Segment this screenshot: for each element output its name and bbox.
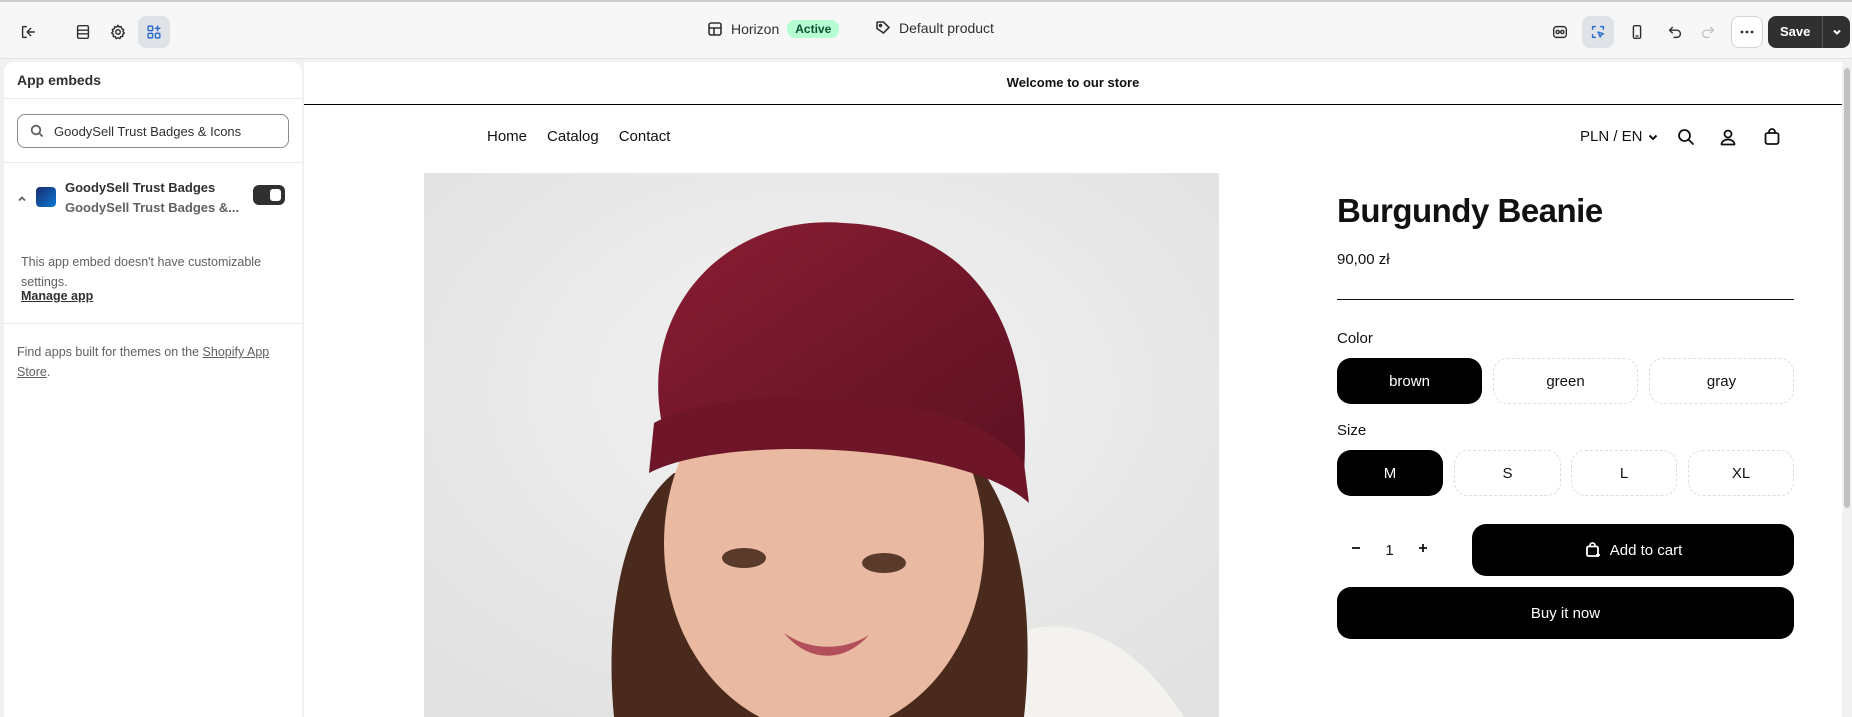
embed-name: GoodySell Trust Badges — [65, 180, 216, 195]
size-option-l[interactable]: L — [1571, 450, 1677, 496]
save-menu-button[interactable] — [1822, 16, 1851, 48]
theme-name: Horizon — [731, 21, 780, 37]
cursor-select-icon — [1591, 25, 1605, 39]
undo-icon — [1668, 26, 1682, 39]
find-apps-suffix: . — [46, 365, 51, 379]
layout-icon — [708, 22, 722, 36]
divider — [4, 323, 302, 324]
search-icon — [1678, 129, 1694, 145]
nav-catalog[interactable]: Catalog — [547, 128, 599, 145]
save-group: Save — [1768, 16, 1851, 48]
size-option-s[interactable]: S — [1454, 450, 1561, 496]
embed-enable-toggle[interactable] — [253, 185, 285, 205]
find-apps-prefix: Find apps built for themes on the — [17, 345, 203, 359]
size-option-xl[interactable]: XL — [1688, 450, 1794, 496]
gear-icon — [110, 24, 126, 40]
template-name: Default product — [899, 20, 994, 36]
chevron-up-icon — [18, 196, 26, 202]
chevron-down-icon — [1648, 134, 1657, 140]
app-embed-item[interactable]: GoodySell Trust Badges GoodySell Trust B… — [4, 180, 302, 220]
size-label: Size — [1337, 422, 1367, 439]
quantity-stepper: 1 — [1337, 524, 1442, 576]
embed-message: This app embed doesn't have customizable… — [21, 255, 262, 289]
sections-button[interactable] — [67, 16, 99, 48]
inspector-button[interactable] — [1544, 16, 1576, 48]
chevron-down-icon — [1833, 29, 1841, 35]
bag-icon — [1764, 128, 1780, 145]
color-option-green[interactable]: green — [1493, 358, 1638, 404]
quantity-decrease-button[interactable] — [1349, 541, 1363, 559]
theme-info[interactable]: Horizon Active — [707, 20, 840, 38]
tag-icon — [876, 21, 891, 35]
find-apps-text: Find apps built for themes on the Shopif… — [17, 342, 287, 382]
main-nav: Home Catalog Contact — [487, 128, 670, 145]
cart-add-icon — [1585, 542, 1600, 557]
inspector-icon — [1552, 25, 1568, 39]
minus-icon — [1352, 547, 1360, 549]
editor-topbar: Horizon Active Default product Save — [0, 0, 1852, 59]
mobile-preview-button[interactable] — [1621, 16, 1653, 48]
divider — [4, 162, 302, 163]
app-embeds-panel: App embeds GoodySell Trust Badges GoodyS… — [4, 62, 302, 717]
manage-app-link[interactable]: Manage app — [21, 289, 93, 303]
nav-contact[interactable]: Contact — [619, 128, 671, 145]
user-icon — [1720, 129, 1736, 146]
color-label: Color — [1337, 330, 1373, 347]
size-option-m[interactable]: M — [1337, 450, 1443, 496]
search-input[interactable] — [54, 123, 274, 139]
more-actions-button[interactable] — [1731, 16, 1763, 48]
divider — [4, 98, 302, 99]
locale-label: PLN / EN — [1580, 128, 1643, 145]
search-icon — [30, 124, 44, 138]
quantity-value[interactable]: 1 — [1385, 542, 1393, 559]
product-price: 90,00 zł — [1337, 251, 1390, 268]
add-to-cart-label: Add to cart — [1609, 541, 1683, 559]
app-embeds-button[interactable] — [138, 16, 170, 48]
sections-icon — [76, 24, 90, 40]
collapse-toggle[interactable] — [16, 192, 28, 210]
scrollbar-thumb[interactable] — [1844, 68, 1850, 508]
locale-selector[interactable]: PLN / EN — [1580, 128, 1659, 145]
exit-button[interactable] — [12, 16, 44, 48]
exit-icon — [21, 25, 36, 39]
search-box[interactable] — [17, 114, 289, 148]
mobile-icon — [1632, 24, 1642, 40]
divider — [1337, 299, 1794, 300]
panel-title: App embeds — [17, 72, 102, 88]
theme-settings-button[interactable] — [102, 16, 134, 48]
account-button[interactable] — [1718, 127, 1738, 147]
add-to-cart-button[interactable]: Add to cart — [1472, 524, 1794, 576]
buy-now-button[interactable]: Buy it now — [1337, 587, 1794, 639]
product-image[interactable] — [424, 173, 1219, 717]
product-title: Burgundy Beanie — [1337, 192, 1603, 229]
redo-button[interactable] — [1692, 16, 1724, 48]
app-logo — [36, 187, 56, 207]
undo-button[interactable] — [1659, 16, 1691, 48]
select-element-button[interactable] — [1582, 16, 1614, 48]
plus-icon — [1419, 544, 1427, 552]
embed-subtitle: GoodySell Trust Badges &... — [65, 200, 240, 215]
apps-icon — [147, 25, 161, 39]
product-photo — [424, 173, 1219, 717]
announcement-bar: Welcome to our store — [304, 62, 1842, 105]
color-option-brown[interactable]: brown — [1337, 358, 1482, 404]
theme-status-badge: Active — [787, 20, 840, 38]
save-button[interactable]: Save — [1768, 16, 1823, 48]
preview-scrollbar[interactable] — [1842, 62, 1852, 717]
quantity-increase-button[interactable] — [1416, 541, 1430, 559]
cart-button[interactable] — [1762, 127, 1782, 147]
store-preview: Welcome to our store Home Catalog Contac… — [304, 62, 1842, 717]
ellipsis-icon — [1740, 30, 1754, 34]
redo-icon — [1701, 26, 1715, 39]
template-selector[interactable]: Default product — [875, 20, 994, 36]
nav-home[interactable]: Home — [487, 128, 527, 145]
store-search-button[interactable] — [1676, 127, 1696, 147]
color-option-gray[interactable]: gray — [1649, 358, 1794, 404]
